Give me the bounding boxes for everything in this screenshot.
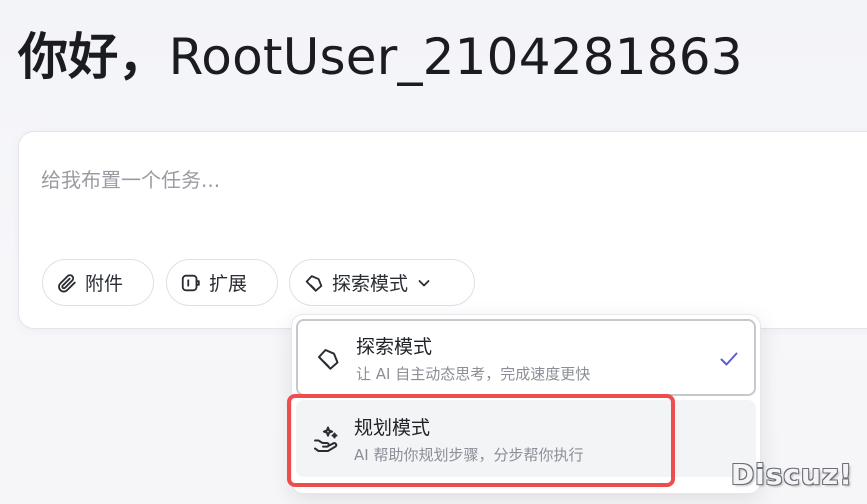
attach-label: 附件 <box>85 273 124 295</box>
greeting-heading: 你好，RootUser_2104281863 <box>18 22 743 92</box>
task-composer: 附件 扩展 探索模式 <box>18 131 867 329</box>
tag-icon <box>314 345 342 373</box>
mode-select[interactable]: 探索模式 <box>289 259 475 306</box>
watermark-logo: Discuz! <box>730 458 853 491</box>
mode-option-description: AI 帮助你规划步骤，分步帮你执行 <box>354 446 584 464</box>
extend-label: 扩展 <box>209 273 248 295</box>
check-icon <box>718 348 740 370</box>
mode-option-plan[interactable]: 规划模式 AI 帮助你规划步骤，分步帮你执行 <box>296 400 756 477</box>
mode-option-explore[interactable]: 探索模式 让 AI 自主动态思考，完成速度更快 <box>296 319 756 396</box>
mode-option-description: 让 AI 自主动态思考，完成速度更快 <box>356 365 591 383</box>
sparkle-hand-icon <box>312 424 340 452</box>
chevron-down-icon <box>416 275 432 291</box>
mode-select-label: 探索模式 <box>332 273 409 295</box>
mode-dropdown-menu: 探索模式 让 AI 自主动态思考，完成速度更快 规划模式 AI 帮助你规划步骤，… <box>291 314 761 494</box>
tag-icon <box>302 271 326 295</box>
task-input[interactable] <box>41 160 821 200</box>
extend-button[interactable]: 扩展 <box>166 259 278 306</box>
attach-button[interactable]: 附件 <box>42 259 154 306</box>
greeting-hello: 你好， <box>18 28 169 86</box>
plugin-icon <box>179 271 203 295</box>
greeting-username: RootUser_2104281863 <box>168 28 743 86</box>
mode-option-title: 探索模式 <box>356 336 433 358</box>
paperclip-icon <box>55 271 79 295</box>
mode-option-title: 规划模式 <box>354 417 431 439</box>
